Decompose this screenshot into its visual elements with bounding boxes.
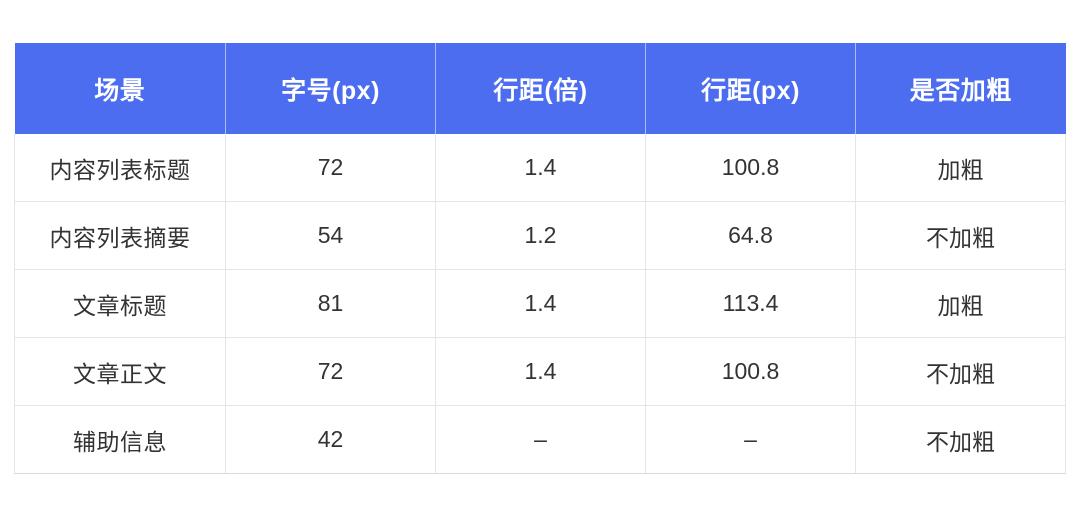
cell-bold: 不加粗 [855,201,1066,270]
cell-scene: 内容列表标题 [14,134,226,202]
cell-line-height-px: 113.4 [645,269,856,338]
table-row: 文章正文 72 1.4 100.8 不加粗 [14,337,1066,406]
cell-line-height-multiple: 1.2 [435,201,646,270]
cell-line-height-px: 100.8 [645,134,856,202]
table-header-row: 场景 字号(px) 行距(倍) 行距(px) 是否加粗 [14,43,1066,134]
cell-line-height-multiple: 1.4 [435,134,646,202]
cell-font-size: 81 [225,269,436,338]
cell-bold: 加粗 [855,134,1066,202]
cell-line-height-px: – [645,405,856,474]
cell-scene: 文章标题 [14,269,226,338]
column-header-scene: 场景 [14,43,226,134]
cell-font-size: 42 [225,405,436,474]
cell-line-height-px: 100.8 [645,337,856,406]
column-header-bold: 是否加粗 [855,43,1066,134]
cell-scene: 内容列表摘要 [14,201,226,270]
page-root: 场景 字号(px) 行距(倍) 行距(px) 是否加粗 内容列表标题 72 1.… [0,0,1080,514]
cell-scene: 辅助信息 [14,405,226,474]
table-row: 内容列表摘要 54 1.2 64.8 不加粗 [14,201,1066,270]
cell-bold: 不加粗 [855,337,1066,406]
cell-line-height-multiple: 1.4 [435,269,646,338]
cell-line-height-px: 64.8 [645,201,856,270]
cell-font-size: 72 [225,134,436,202]
table-body: 内容列表标题 72 1.4 100.8 加粗 内容列表摘要 54 1.2 64.… [14,134,1066,474]
cell-line-height-multiple: 1.4 [435,337,646,406]
cell-bold: 不加粗 [855,405,1066,474]
cell-bold: 加粗 [855,269,1066,338]
column-header-line-height-px: 行距(px) [645,43,856,134]
column-header-line-height-multiple: 行距(倍) [435,43,646,134]
cell-font-size: 72 [225,337,436,406]
cell-font-size: 54 [225,201,436,270]
cell-scene: 文章正文 [14,337,226,406]
table-header: 场景 字号(px) 行距(倍) 行距(px) 是否加粗 [14,43,1066,134]
typography-spec-table: 场景 字号(px) 行距(倍) 行距(px) 是否加粗 内容列表标题 72 1.… [14,43,1066,474]
table-row: 内容列表标题 72 1.4 100.8 加粗 [14,134,1066,202]
table-row: 文章标题 81 1.4 113.4 加粗 [14,269,1066,338]
cell-line-height-multiple: – [435,405,646,474]
table-row: 辅助信息 42 – – 不加粗 [14,405,1066,474]
column-header-font-size: 字号(px) [225,43,436,134]
